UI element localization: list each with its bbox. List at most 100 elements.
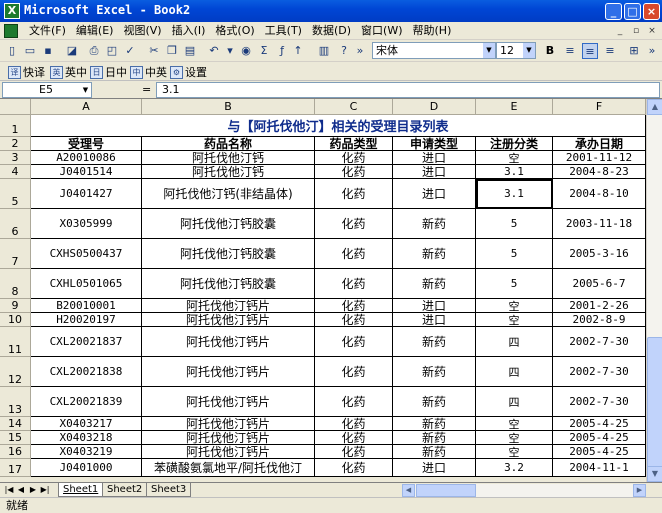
table-cell[interactable]: 新药: [393, 269, 476, 299]
table-cell[interactable]: X0403219: [31, 445, 142, 459]
table-cell[interactable]: 新药: [393, 209, 476, 239]
align-right-icon[interactable]: ≡: [602, 43, 618, 59]
table-cell[interactable]: 阿托伐他汀钙片: [142, 313, 315, 327]
table-cell[interactable]: B20010001: [31, 299, 142, 313]
autosum-icon[interactable]: Σ: [256, 43, 272, 59]
menu-item-4[interactable]: 格式(O): [210, 24, 259, 38]
column-header-F[interactable]: F: [553, 99, 646, 115]
sheet-tab-1[interactable]: Sheet1: [58, 483, 104, 497]
table-cell[interactable]: CXL20021838: [31, 357, 142, 387]
table-cell[interactable]: 化药: [315, 151, 393, 165]
cut-icon[interactable]: ✂: [146, 43, 162, 59]
scroll-right-icon[interactable]: ▶: [633, 484, 646, 497]
scroll-down-icon[interactable]: ▼: [647, 466, 662, 482]
table-cell[interactable]: 2005-3-16: [553, 239, 646, 269]
table-cell[interactable]: 化药: [315, 299, 393, 313]
column-header-C[interactable]: C: [315, 99, 393, 115]
table-cell[interactable]: 进口: [393, 179, 476, 209]
table-cell[interactable]: 四: [476, 387, 553, 417]
toolbar-options-icon[interactable]: »: [352, 43, 368, 59]
menu-item-2[interactable]: 视图(V): [118, 24, 166, 38]
row-header[interactable]: 3: [0, 151, 31, 165]
close-button[interactable]: ×: [643, 3, 660, 20]
column-header-A[interactable]: A: [31, 99, 142, 115]
menu-item-0[interactable]: 文件(F): [24, 24, 71, 38]
vertical-scrollbar[interactable]: ▲ ▼: [646, 99, 662, 482]
print-preview-icon[interactable]: ◰: [104, 43, 120, 59]
row-header[interactable]: 1: [0, 115, 31, 137]
row-header[interactable]: 17: [0, 459, 31, 477]
table-header-cell[interactable]: 承办日期: [553, 137, 646, 151]
row-header[interactable]: 13: [0, 387, 31, 417]
table-cell[interactable]: J0401000: [31, 459, 142, 477]
table-cell[interactable]: 化药: [315, 209, 393, 239]
table-cell[interactable]: 化药: [315, 313, 393, 327]
undo-dropdown-icon[interactable]: ▾: [222, 43, 238, 59]
menu-item-8[interactable]: 帮助(H): [408, 24, 457, 38]
table-cell[interactable]: 2005-4-25: [553, 417, 646, 431]
table-cell[interactable]: 阿托伐他汀钙胶囊: [142, 209, 315, 239]
row-header[interactable]: 15: [0, 431, 31, 445]
table-cell[interactable]: 新药: [393, 431, 476, 445]
table-cell[interactable]: 新药: [393, 327, 476, 357]
doc-close-button[interactable]: ×: [646, 25, 658, 37]
table-cell[interactable]: 空: [476, 151, 553, 165]
table-cell[interactable]: 2002-8-9: [553, 313, 646, 327]
table-cell[interactable]: 空: [476, 445, 553, 459]
table-cell[interactable]: 2004-11-1: [553, 459, 646, 477]
table-header-cell[interactable]: 注册分类: [476, 137, 553, 151]
table-header-cell[interactable]: 申请类型: [393, 137, 476, 151]
table-cell[interactable]: 进口: [393, 299, 476, 313]
sheet-tab-2[interactable]: Sheet2: [102, 483, 148, 497]
prev-sheet-icon[interactable]: ◀: [16, 484, 26, 496]
name-box[interactable]: E5 ▼: [2, 82, 92, 98]
table-cell[interactable]: 2001-11-12: [553, 151, 646, 165]
menu-item-3[interactable]: 插入(I): [167, 24, 211, 38]
table-cell[interactable]: 新药: [393, 387, 476, 417]
row-header[interactable]: 6: [0, 209, 31, 239]
doc-minimize-button[interactable]: _: [614, 25, 626, 37]
table-cell[interactable]: 3.1: [476, 165, 553, 179]
horizontal-scroll-thumb[interactable]: [416, 484, 476, 497]
table-cell[interactable]: 2002-7-30: [553, 387, 646, 417]
table-cell[interactable]: CXL20021839: [31, 387, 142, 417]
column-header-D[interactable]: D: [393, 99, 476, 115]
table-cell[interactable]: 化药: [315, 269, 393, 299]
last-sheet-icon[interactable]: ▶|: [40, 484, 50, 496]
doc-restore-button[interactable]: ▫: [630, 25, 642, 37]
print-icon[interactable]: ⎙: [86, 43, 102, 59]
table-cell[interactable]: 阿托伐他汀钙: [142, 151, 315, 165]
table-cell[interactable]: 5: [476, 269, 553, 299]
table-cell[interactable]: 四: [476, 357, 553, 387]
table-cell[interactable]: 化药: [315, 431, 393, 445]
table-cell[interactable]: 2002-7-30: [553, 357, 646, 387]
table-cell[interactable]: X0403218: [31, 431, 142, 445]
table-cell[interactable]: 2004-8-10: [553, 179, 646, 209]
table-cell[interactable]: 3.1: [476, 179, 553, 209]
excel-icon[interactable]: X: [4, 3, 20, 19]
table-cell[interactable]: 2005-4-25: [553, 445, 646, 459]
table-cell[interactable]: 阿托伐他汀钙片: [142, 327, 315, 357]
table-cell[interactable]: 进口: [393, 313, 476, 327]
merge-center-icon[interactable]: ⊞: [626, 43, 642, 59]
chart-wizard-icon[interactable]: ▥: [316, 43, 332, 59]
table-cell[interactable]: 四: [476, 327, 553, 357]
zhongying-button[interactable]: 中中英: [130, 64, 167, 80]
menu-item-5[interactable]: 工具(T): [260, 24, 307, 38]
table-cell[interactable]: 2004-8-23: [553, 165, 646, 179]
row-header[interactable]: 4: [0, 165, 31, 179]
table-cell[interactable]: CXHS0500437: [31, 239, 142, 269]
table-cell[interactable]: H20020197: [31, 313, 142, 327]
table-cell[interactable]: 2005-6-7: [553, 269, 646, 299]
toolbar-overflow-icon[interactable]: »: [644, 43, 660, 59]
table-cell[interactable]: 化药: [315, 387, 393, 417]
table-cell[interactable]: 化药: [315, 327, 393, 357]
table-cell[interactable]: 进口: [393, 459, 476, 477]
scroll-left-icon[interactable]: ◀: [402, 484, 415, 497]
kuaiyi-button[interactable]: 译快译: [8, 64, 45, 80]
menu-item-7[interactable]: 窗口(W): [356, 24, 407, 38]
sheet-tab-3[interactable]: Sheet3: [146, 483, 192, 497]
formula-input[interactable]: 3.1: [156, 82, 660, 98]
table-cell[interactable]: 化药: [315, 239, 393, 269]
table-cell[interactable]: 进口: [393, 151, 476, 165]
